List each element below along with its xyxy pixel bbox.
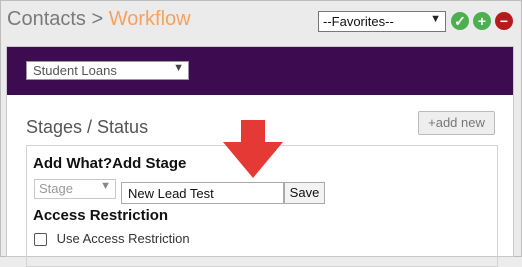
program-selected-value: Student Loans [33,63,117,78]
access-restriction-heading: Access Restriction [33,207,169,224]
program-select[interactable]: Student Loans ▼ [26,61,189,80]
annotation-arrow-icon [223,120,283,178]
add-stage-label: Add Stage [112,155,187,172]
stage-name-input[interactable] [121,182,284,204]
favorites-selected-value: --Favorites-- [323,14,394,29]
breadcrumb-separator: > [91,8,104,30]
access-restriction-label[interactable]: Use Access Restriction [57,231,190,246]
check-icon[interactable]: ✓ [451,12,469,30]
breadcrumb-current: Workflow [108,8,191,30]
section-title: Stages / Status [26,117,149,137]
add-new-button[interactable]: +add new [418,111,495,135]
favorites-select[interactable]: --Favorites-- ▼ [318,11,446,32]
add-what-label: Add What? [33,155,113,172]
breadcrumb-root[interactable]: Contacts [7,8,86,30]
program-bar: Student Loans ▼ [7,47,513,95]
chevron-down-icon: ▼ [430,13,441,25]
form-heading: Add What?Add Stage [33,155,186,172]
access-restriction-row: Use Access Restriction [34,231,190,247]
breadcrumb: Contacts > Workflow [7,8,191,31]
type-selected-value: Stage [39,181,73,196]
chevron-down-icon: ▼ [100,180,111,192]
type-select[interactable]: Stage ▼ [34,179,116,199]
save-button[interactable]: Save [284,182,325,204]
plus-icon[interactable]: + [473,12,491,30]
access-restriction-checkbox[interactable] [34,233,47,247]
minus-icon[interactable]: − [495,12,513,30]
chevron-down-icon: ▼ [173,62,184,74]
